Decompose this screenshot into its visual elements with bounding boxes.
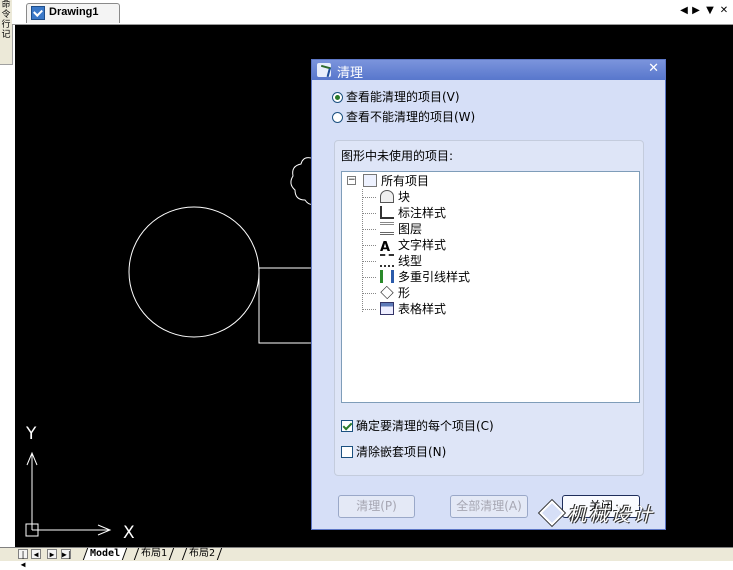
scroll-right-icon[interactable]: ▶	[690, 5, 702, 17]
palette-char: 令	[1, 10, 11, 20]
layers-icon	[380, 222, 394, 235]
document-stack-icon	[363, 174, 377, 187]
close-icon[interactable]: ✕	[648, 61, 659, 76]
tree-connector	[362, 229, 376, 230]
tree-connector	[362, 277, 376, 278]
confirm-each-item-checkbox[interactable]: 确定要清理的每个项目(C)	[341, 418, 494, 434]
drawn-rectangle-edge	[258, 268, 315, 344]
radio-view-purgeable[interactable]: 查看能清理的项目(V)	[332, 89, 460, 105]
tree-item-blocks[interactable]: 块	[380, 189, 410, 205]
tree-item-shapes[interactable]: 形	[380, 285, 410, 301]
document-tab-label: Drawing1	[49, 6, 99, 18]
table-style-icon	[380, 302, 394, 315]
tree-item-text-styles[interactable]: A 文字样式	[380, 237, 446, 254]
tree-item-multileader-styles[interactable]: 多重引线样式	[380, 269, 470, 285]
dialog-title-bar[interactable]: 清理 ✕	[312, 60, 665, 81]
purge-items-tree[interactable]: − 所有项目 块 标注样式 图层 A 文字样式 线型 多重引线样式 形 表格样式	[341, 171, 640, 403]
last-layout-button[interactable]: ▶|	[61, 549, 72, 559]
ucs-y-label: Y	[25, 424, 37, 444]
scroll-left-icon[interactable]: ◀	[678, 5, 690, 17]
watermark-diamond-icon	[539, 500, 565, 526]
block-icon	[380, 190, 394, 203]
tree-item-dimension-styles[interactable]: 标注样式	[380, 205, 446, 221]
linetype-icon	[380, 254, 394, 267]
unused-items-group: 图形中未使用的项目: − 所有项目 块 标注样式 图层 A 文字样式 线型 多重…	[334, 140, 644, 476]
tree-connector	[362, 261, 376, 262]
palette-char: 行	[1, 20, 11, 30]
group-label: 图形中未使用的项目:	[341, 149, 454, 163]
tab-list-dropdown-icon[interactable]: ▼	[704, 5, 716, 17]
layout-tab-bar: |◀ ◀ ▶ ▶| Model 布局1 布局2	[0, 547, 733, 569]
radio-indicator[interactable]	[332, 112, 343, 123]
drawn-circle	[128, 206, 260, 338]
tree-item-linetypes[interactable]: 线型	[380, 253, 422, 269]
next-layout-button[interactable]: ▶	[47, 549, 57, 559]
radio-view-unpurgeable[interactable]: 查看不能清理的项目(W)	[332, 109, 475, 125]
dialog-title: 清理	[337, 66, 364, 81]
shape-icon	[380, 285, 394, 300]
dimension-style-icon	[380, 206, 394, 219]
collapse-icon[interactable]: −	[347, 176, 356, 185]
tree-connector	[362, 245, 376, 246]
tree-item-layers[interactable]: 图层	[380, 221, 422, 237]
dwg-file-icon	[31, 6, 45, 20]
ucs-x-label: X	[123, 523, 135, 543]
palette-char: 记	[1, 30, 11, 40]
tree-connector	[362, 197, 376, 198]
tab-layout2[interactable]: 布局2	[181, 548, 223, 560]
tree-item-all[interactable]: 所有项目	[363, 173, 429, 189]
prev-layout-button[interactable]: ◀	[31, 549, 41, 559]
tree-connector	[362, 309, 376, 310]
document-tab-drawing1[interactable]: Drawing1	[26, 3, 120, 23]
first-layout-button[interactable]: |◀	[18, 549, 28, 569]
multileader-style-icon	[380, 270, 394, 283]
purge-dialog: 清理 ✕ 查看能清理的项目(V) 查看不能清理的项目(W) 图形中未使用的项目:…	[311, 59, 666, 530]
tab-model[interactable]: Model	[82, 548, 128, 560]
checkbox-indicator[interactable]	[341, 446, 353, 458]
purge-nested-items-checkbox[interactable]: 清除嵌套项目(N)	[341, 444, 446, 460]
document-tab-bar: Drawing1 ◀ ▶ ▼ ✕	[12, 0, 733, 25]
purge-app-icon	[317, 63, 331, 77]
radio-indicator[interactable]	[332, 92, 343, 103]
tab-layout1[interactable]: 布局1	[133, 548, 175, 560]
close-document-icon[interactable]: ✕	[718, 5, 730, 17]
purge-all-button[interactable]: 全部清理(A)	[450, 495, 528, 518]
tree-connector	[362, 293, 376, 294]
watermark: 机械设计	[539, 500, 673, 536]
purge-button[interactable]: 清理(P)	[338, 495, 415, 518]
checkbox-indicator[interactable]	[341, 420, 353, 432]
tree-connector	[362, 213, 376, 214]
tree-item-table-styles[interactable]: 表格样式	[380, 301, 446, 317]
palette-char: 命	[1, 0, 11, 10]
